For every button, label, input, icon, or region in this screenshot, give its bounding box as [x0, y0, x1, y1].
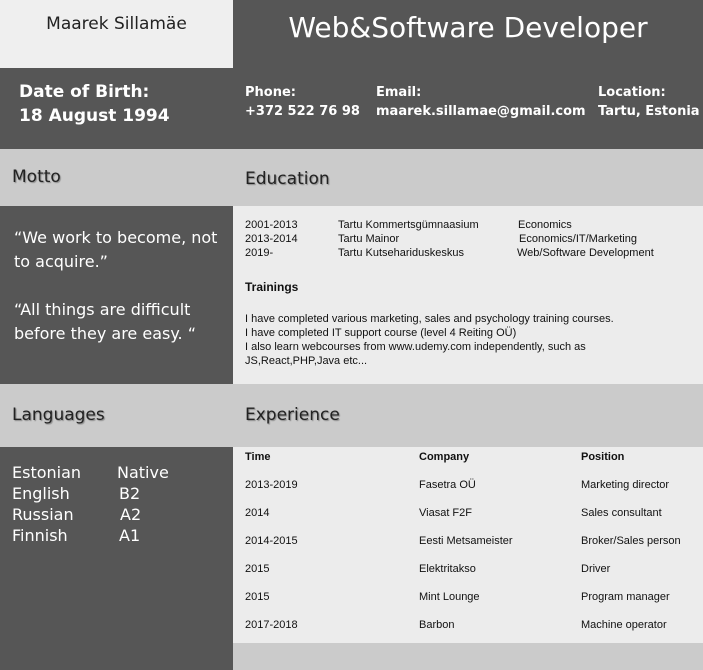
exp-position: Marketing director [581, 479, 670, 491]
exp-position: Sales consultant [581, 507, 662, 519]
email-label: Email: [376, 85, 422, 100]
motto-quote-1: “We work to become, not to acquire.” [14, 228, 218, 271]
motto-heading: Motto [0, 149, 233, 206]
exp-company: Barbon [419, 619, 455, 631]
language-name: Estonian [12, 463, 82, 482]
education-field: Web/Software Development [517, 247, 654, 259]
experience-heading: Experience [233, 384, 703, 447]
header-position: Position [581, 451, 625, 463]
exp-time: 2014-2015 [245, 535, 298, 547]
exp-company: Elektritakso [419, 563, 476, 575]
footer-bar [233, 643, 703, 670]
education-heading: Education [233, 149, 703, 206]
exp-time: 2014 [245, 507, 270, 519]
experience-table: Time Company Position 2013-2019 Fasetra … [233, 447, 703, 643]
exp-time: 2013-2019 [245, 479, 298, 491]
person-name: Maarek Sillamäe [0, 0, 233, 68]
education-years: 2001-2013 [245, 219, 298, 231]
exp-company: Mint Lounge [419, 591, 480, 603]
header-time: Time [245, 451, 271, 463]
language-name: Russian [12, 505, 74, 524]
location-label: Location: [598, 85, 666, 100]
dob-label: Date of Birth: [19, 82, 150, 102]
dob-block: Date of Birth: 18 August 1994 [0, 68, 233, 149]
education-field: Economics [518, 219, 572, 231]
email-block: Email: maarek.sillamae@gmail.com [376, 68, 596, 149]
language-level: Native [117, 463, 169, 482]
exp-time: 2015 [245, 563, 270, 575]
table-row: 2014-2015 Eesti Metsameister Broker/Sale… [233, 535, 703, 555]
exp-company: Eesti Metsameister [419, 535, 513, 547]
training-line: I also learn webcourses from www.udemy.c… [245, 341, 586, 367]
table-header-row: Time Company Position [233, 451, 703, 471]
email-value: maarek.sillamae@gmail.com [376, 104, 586, 119]
table-row: 2015 Elektritakso Driver [233, 563, 703, 583]
phone-label: Phone: [245, 85, 296, 100]
education-field: Economics/IT/Marketing [519, 233, 637, 245]
phone-block: Phone: +372 522 76 98 [245, 68, 375, 149]
education-school: Tartu Kommertsgümnaasium [338, 219, 479, 231]
language-level: A1 [119, 526, 141, 545]
table-row: 2014 Viasat F2F Sales consultant [233, 507, 703, 527]
language-level: A2 [120, 505, 142, 524]
exp-position: Machine operator [581, 619, 667, 631]
trainings-title: Trainings [245, 280, 299, 294]
education-school: Tartu Mainor [338, 233, 400, 245]
motto-quote-2: “All things are difficult before they ar… [14, 300, 196, 343]
training-line: I have completed IT support course (leve… [245, 327, 517, 339]
exp-time: 2017-2018 [245, 619, 298, 631]
location-value: Tartu, Estonia [598, 104, 700, 119]
education-years: 2019- [245, 247, 274, 259]
phone-value: +372 522 76 98 [245, 104, 360, 119]
education-years: 2013-2014 [245, 233, 298, 245]
location-block: Location: Tartu, Estonia [598, 68, 703, 149]
exp-company: Viasat F2F [419, 507, 472, 519]
exp-position: Broker/Sales person [581, 535, 681, 547]
languages-heading: Languages [0, 384, 233, 447]
exp-position: Driver [581, 563, 611, 575]
language-name: English [12, 484, 70, 503]
exp-company: Fasetra OÜ [419, 479, 476, 491]
dob-value: 18 August 1994 [19, 106, 170, 126]
page-title: Web&Software Developer [233, 0, 703, 68]
language-level: B2 [119, 484, 141, 503]
motto-quotes: “We work to become, not to acquire.” “Al… [14, 226, 224, 346]
exp-position: Program manager [581, 591, 670, 603]
table-row: 2017-2018 Barbon Machine operator [233, 619, 703, 639]
education-panel: 2001-2013 Tartu Kommertsgümnaasium Econo… [233, 206, 703, 384]
exp-time: 2015 [245, 591, 270, 603]
education-school: Tartu Kutsehariduskeskus [338, 247, 464, 259]
table-row: 2013-2019 Fasetra OÜ Marketing director [233, 479, 703, 499]
table-row: 2015 Mint Lounge Program manager [233, 591, 703, 611]
header-company: Company [419, 451, 470, 463]
language-name: Finnish [12, 526, 68, 545]
training-line: I have completed various marketing, sale… [245, 313, 614, 325]
